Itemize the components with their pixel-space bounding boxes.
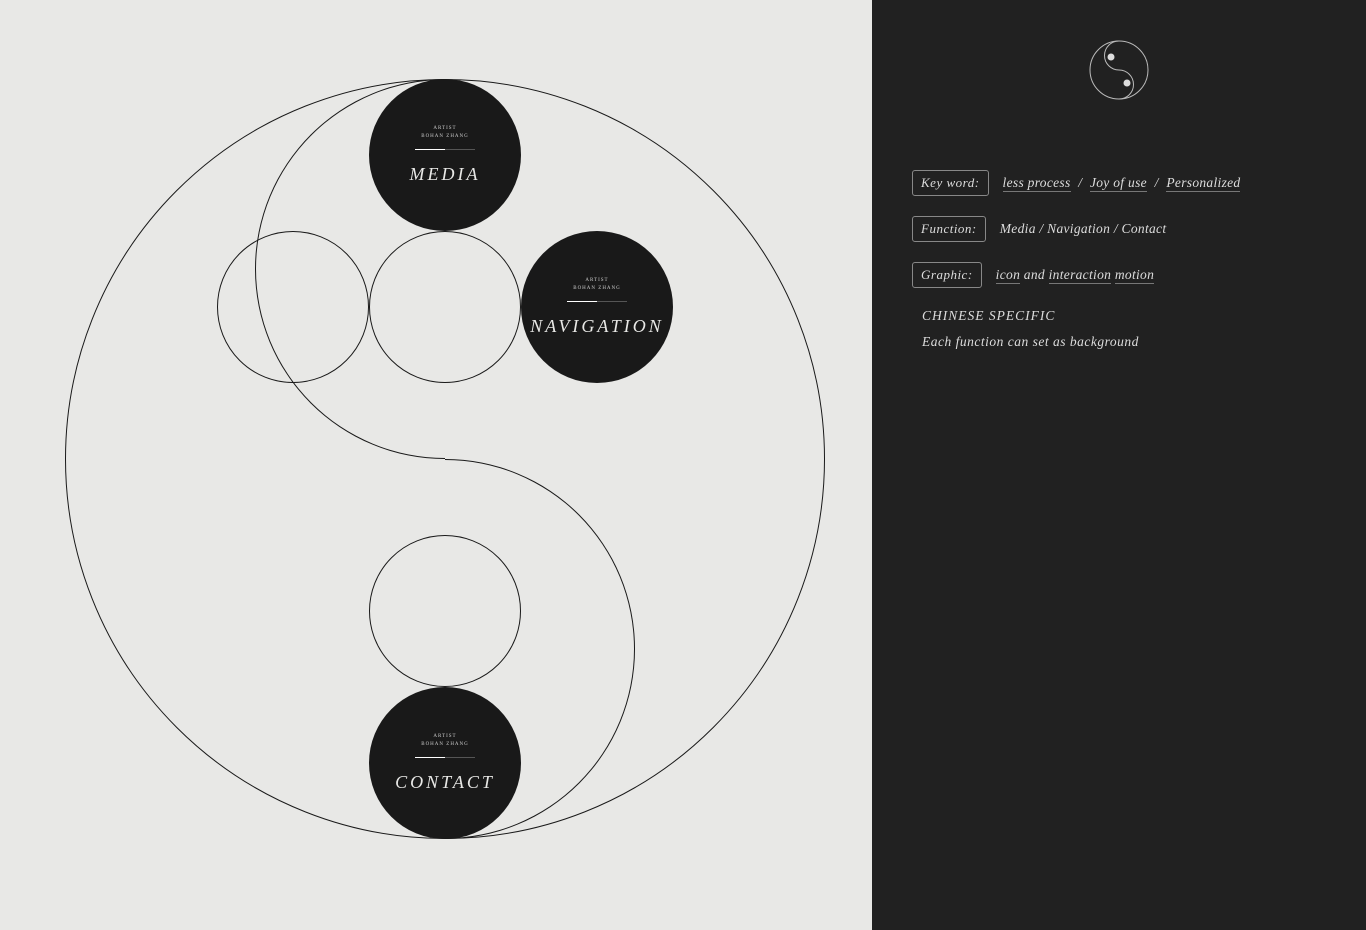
node-author: BOHAN ZHANG	[573, 286, 621, 291]
media-node[interactable]: ARTIST BOHAN ZHANG MEDIA	[369, 79, 521, 231]
node-author: BOHAN ZHANG	[421, 742, 469, 747]
empty-circle-1	[217, 231, 369, 383]
node-subtitle: ARTIST	[585, 278, 608, 283]
diagram-canvas: ARTIST BOHAN ZHANG MEDIA ARTIST BOHAN ZH…	[0, 0, 872, 930]
notes: CHINESE SPECIFIC Each function can set a…	[922, 308, 1240, 350]
yin-yang-diagram: ARTIST BOHAN ZHANG MEDIA ARTIST BOHAN ZH…	[65, 79, 825, 839]
yin-yang-icon	[1089, 40, 1149, 100]
kw-2: Joy of use	[1090, 175, 1147, 192]
function-values: Media / Navigation / Contact	[1000, 221, 1167, 237]
note-line-2: Each function can set as background	[922, 334, 1240, 350]
sep: /	[1155, 175, 1159, 190]
navigation-node[interactable]: ARTIST BOHAN ZHANG NAVIGATION	[521, 231, 673, 383]
empty-circle-3	[369, 535, 521, 687]
gv-2: interaction	[1049, 267, 1112, 284]
empty-circle-2	[369, 231, 521, 383]
divider-icon	[567, 301, 627, 302]
graphic-values: icon and interaction motion	[996, 267, 1155, 283]
keyword-badge: Key word:	[912, 170, 989, 196]
divider-icon	[415, 149, 475, 150]
function-badge: Function:	[912, 216, 986, 242]
node-subtitle: ARTIST	[433, 734, 456, 739]
node-subtitle: ARTIST	[433, 126, 456, 131]
kw-3: Personalized	[1166, 175, 1240, 192]
kw-1: less process	[1003, 175, 1071, 192]
keyword-row: Key word: less process / Joy of use / Pe…	[912, 170, 1240, 196]
info-sidebar: Key word: less process / Joy of use / Pe…	[872, 0, 1366, 930]
contact-node[interactable]: ARTIST BOHAN ZHANG CONTACT	[369, 687, 521, 839]
info-block: Key word: less process / Joy of use / Pe…	[912, 170, 1240, 350]
function-row: Function: Media / Navigation / Contact	[912, 216, 1240, 242]
graphic-badge: Graphic:	[912, 262, 982, 288]
keyword-values: less process / Joy of use / Personalized	[1003, 175, 1241, 191]
divider-icon	[415, 757, 475, 758]
note-line-1: CHINESE SPECIFIC	[922, 308, 1240, 324]
gv-mid: and	[1020, 267, 1049, 282]
graphic-row: Graphic: icon and interaction motion	[912, 262, 1240, 288]
gv-1: icon	[996, 267, 1020, 284]
node-label: MEDIA	[410, 164, 481, 185]
sep: /	[1078, 175, 1082, 190]
node-label: CONTACT	[395, 772, 495, 793]
gv-3: motion	[1115, 267, 1154, 284]
node-author: BOHAN ZHANG	[421, 134, 469, 139]
node-label: NAVIGATION	[530, 316, 663, 337]
